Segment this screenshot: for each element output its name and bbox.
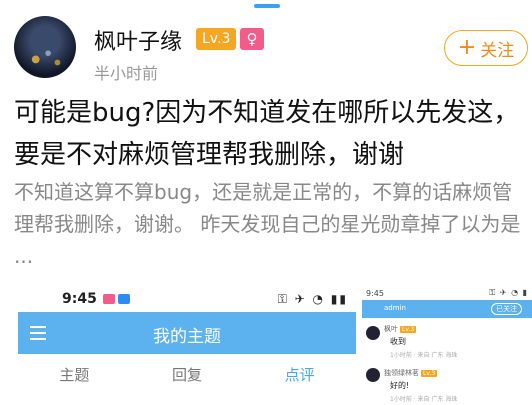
app-notification-icon bbox=[102, 294, 115, 304]
drag-handle[interactable] bbox=[254, 4, 280, 8]
post-timestamp: 半小时前 bbox=[94, 64, 159, 83]
reply-author: 枫叶 Lv.3 bbox=[384, 325, 417, 333]
app-header: admin 已关注 bbox=[362, 300, 532, 318]
status-time: 9:45 bbox=[366, 288, 384, 298]
follow-label: 关注 bbox=[480, 40, 515, 61]
reply-message: 收到 bbox=[390, 337, 406, 346]
reply-message: 好的! bbox=[390, 381, 410, 390]
plus-icon: + bbox=[457, 35, 477, 60]
avatar bbox=[366, 368, 380, 382]
header-title: 我的主题 bbox=[153, 327, 221, 347]
follow-button[interactable]: + 关注 bbox=[444, 30, 528, 66]
status-time: 9:45 bbox=[62, 291, 97, 307]
avatar[interactable] bbox=[14, 16, 76, 78]
tab-bar: 主题 回复 点评 bbox=[18, 354, 356, 394]
attached-image-my-topics[interactable]: 9:45 ⚿ ✈ ◔ ▮▮ 我的主题 主题 回复 点评 bbox=[18, 286, 356, 405]
post-title[interactable]: 可能是bug?因为不知道发在哪所以先发这，要是不对麻烦管理帮我删除，谢谢 bbox=[14, 92, 526, 176]
post-body[interactable]: 不知道这算不算bug，还是就是正常的，不算的话麻烦管理帮我删除，谢谢。 昨天发现… bbox=[14, 176, 530, 272]
status-icons: ⚿ ✈ ◔ ▮▮ bbox=[277, 291, 348, 306]
female-gender-icon: ♀ bbox=[240, 28, 264, 50]
username[interactable]: 枫叶子缘 bbox=[94, 24, 182, 56]
tab-reviews: 点评 bbox=[284, 365, 315, 384]
tab-topics: 主题 bbox=[59, 365, 90, 384]
tab-replies: 回复 bbox=[172, 365, 203, 384]
admin-name: admin bbox=[384, 304, 406, 312]
status-bar: 9:45 ⚿ ✈ ◔ ▮▮ bbox=[18, 286, 356, 312]
reply-meta: 1小时前 · 来自 广东 海珠 bbox=[390, 396, 458, 403]
reply-meta: 1小时前 · 来自 广东 海珠 bbox=[390, 352, 458, 359]
app-header: 我的主题 bbox=[18, 312, 356, 354]
avatar bbox=[366, 326, 380, 340]
app-notification-icon bbox=[117, 294, 130, 304]
level-badge: Lv.3 bbox=[196, 28, 237, 50]
status-bar: 9:45 ⚿ ✈ ◔ ▮ bbox=[362, 286, 532, 300]
reply-author: 独领绿林茗 Lv.3 bbox=[384, 369, 438, 377]
attached-image-replies[interactable]: 9:45 ⚿ ✈ ◔ ▮ admin 已关注 枫叶 Lv.3 收到 1小时前 · … bbox=[362, 286, 532, 405]
followed-button: 已关注 bbox=[491, 303, 522, 315]
status-icons: ⚿ ✈ ◔ ▮ bbox=[489, 288, 528, 297]
